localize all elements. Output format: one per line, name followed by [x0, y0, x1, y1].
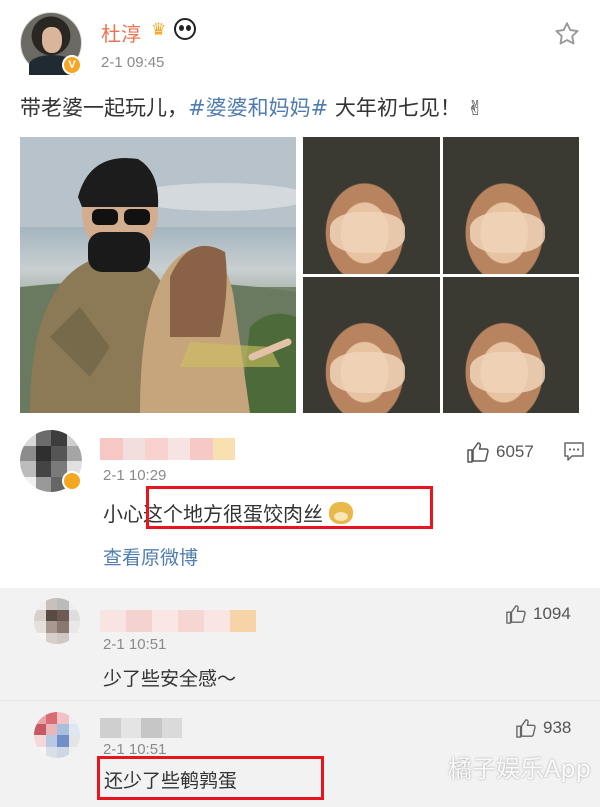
post-text-main: 带老婆一起玩儿，: [20, 96, 188, 120]
crown-icon: ♛: [151, 20, 167, 40]
post-text-tail: 大年初七见！: [328, 96, 461, 120]
comment-main: 2-1 10:29 6057 小心这个地方很蛋饺肉丝 查看原微博: [0, 418, 600, 588]
victory-hand-icon: ✌: [466, 96, 484, 120]
reply-like-count: 938: [543, 718, 572, 737]
watermark: 橘子娱乐App: [448, 755, 591, 783]
reply-avatar-blurred[interactable]: [34, 712, 80, 758]
comment-message-icon[interactable]: [563, 440, 585, 462]
hashtag-link[interactable]: #婆婆和妈妈#: [188, 96, 328, 120]
reply-like-button[interactable]: 1094: [505, 604, 571, 624]
panda-icon: [174, 18, 196, 40]
view-original-link[interactable]: 查看原微博: [103, 543, 198, 570]
weibo-post: V 杜淳 ♛ 2-1 09:45 带老婆一起玩儿，#婆婆和妈妈# 大年初七见！ ✌: [0, 0, 600, 418]
reply-name-blurred[interactable]: [100, 718, 182, 738]
post-photo-couple[interactable]: [20, 137, 296, 413]
hands-photo-2: [442, 137, 579, 274]
post-text: 带老婆一起玩儿，#婆婆和妈妈# 大年初七见！ ✌: [20, 92, 484, 122]
couple-illustration: [20, 137, 296, 413]
like-button[interactable]: 6057: [466, 441, 534, 463]
commenter-verified-icon: [62, 471, 82, 491]
comment-text-prefix: 小心: [103, 502, 143, 526]
commenter-name-blurred[interactable]: [100, 438, 235, 460]
reply-avatar-blurred[interactable]: [34, 598, 80, 644]
like-count: 6057: [496, 442, 534, 461]
thumbs-up-icon: [467, 442, 489, 463]
avatar-face: [42, 27, 62, 53]
hands-photo-4: [442, 276, 579, 413]
avatar-mosaic: [34, 712, 80, 758]
hands-photo-1: [303, 137, 440, 274]
avatar-mosaic: [34, 598, 80, 644]
thumbs-up-icon: [506, 605, 526, 624]
comment-time: 2-1 10:29: [103, 467, 167, 484]
verified-badge-icon: V: [62, 55, 82, 75]
hands-photo-3: [303, 276, 440, 413]
post-photo-hands-grid[interactable]: [303, 137, 579, 413]
highlight-box: [146, 486, 433, 529]
thumbs-up-icon: [516, 719, 536, 738]
reply-text: 少了些安全感～: [103, 668, 237, 690]
post-time: 2-1 09:45: [101, 54, 165, 71]
username[interactable]: 杜淳: [101, 18, 141, 47]
reply-like-button[interactable]: 938: [515, 718, 571, 738]
highlight-box: [97, 756, 324, 800]
star-icon[interactable]: [553, 20, 581, 48]
reply-name-blurred[interactable]: [100, 610, 256, 632]
reply-divider: [0, 700, 600, 701]
reply-time: 2-1 10:51: [103, 636, 167, 653]
reply-like-count: 1094: [533, 604, 571, 623]
